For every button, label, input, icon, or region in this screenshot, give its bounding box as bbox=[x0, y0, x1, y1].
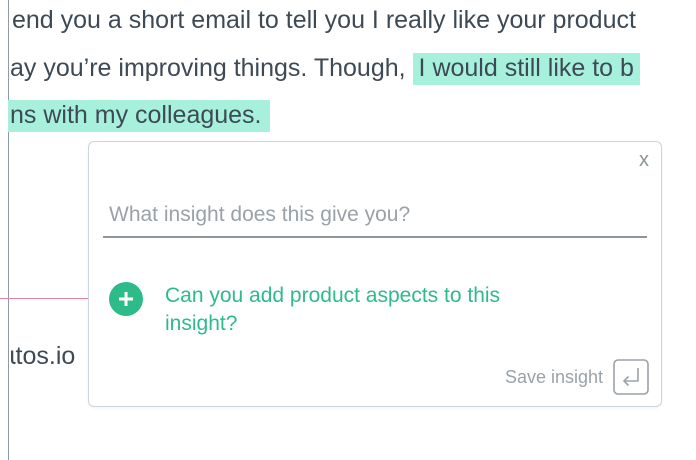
save-insight-label[interactable]: Save insight bbox=[505, 367, 603, 388]
highlighted-text-continued[interactable]: ns with my colleagues. bbox=[8, 100, 270, 132]
plus-circle-icon[interactable] bbox=[109, 282, 143, 316]
document-text-line-2: ay you’re improving things. Though, I wo… bbox=[10, 52, 640, 85]
save-insight-button[interactable]: Save insight bbox=[505, 359, 649, 395]
document-text-line-4: ɩtos.io bbox=[10, 342, 76, 370]
enter-key-icon[interactable] bbox=[613, 359, 649, 395]
highlight-connector-line bbox=[0, 298, 97, 299]
add-product-aspects-label[interactable]: Can you add product aspects to this insi… bbox=[165, 282, 565, 338]
insight-input[interactable] bbox=[103, 194, 647, 238]
document-margin-line bbox=[8, 0, 9, 460]
document-text-line-1: end you a short email to tell you I real… bbox=[12, 6, 636, 34]
insight-card: x Can you add product aspects to this in… bbox=[88, 141, 662, 407]
close-icon[interactable]: x bbox=[639, 150, 649, 170]
document-text-line-3: ns with my colleagues. bbox=[8, 99, 270, 132]
highlighted-text[interactable]: I would still like to b bbox=[412, 53, 640, 85]
add-product-aspects-button[interactable]: Can you add product aspects to this insi… bbox=[109, 282, 565, 338]
document-text-line-2-plain: ay you’re improving things. Though, bbox=[10, 54, 406, 82]
